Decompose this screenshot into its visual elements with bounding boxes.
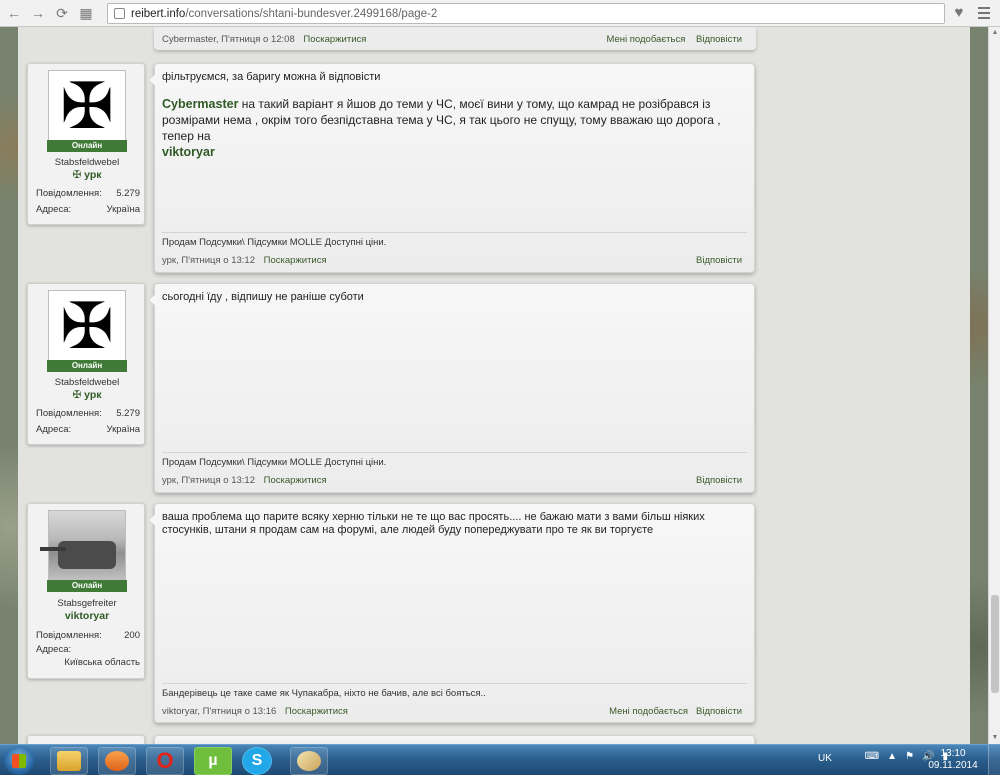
reply-link[interactable]: Відповісти [696,706,742,717]
forward-button[interactable]: → [28,3,48,23]
media-player-taskbar-icon[interactable] [98,747,136,775]
previous-message-footer: Cybermaster, П'ятниця о 12:08 Поскаржити… [154,27,756,50]
signature: Бандерівець це таке саме як Чупакабра, н… [162,683,747,699]
message-meta: урк, П'ятниця о 13:12 [162,475,255,486]
stat-posts: Повідомлення: 5.279 [36,408,140,419]
reply-link[interactable]: Відповісти [696,475,742,486]
stat-location: Адреса: [36,644,72,655]
signature: Продам Подсумки\ Підсумки MOLLE Доступні… [162,452,747,468]
message-meta: viktoryar, П'ятниця о 13:16 [162,706,277,717]
forum-content: Cybermaster, П'ятниця о 12:08 Поскаржити… [18,27,970,744]
tank-icon [40,541,116,569]
browser-menu-icon[interactable] [975,4,993,22]
like-link[interactable]: Мені подобається [609,706,688,717]
scroll-up-arrow-icon[interactable]: ▲ [991,29,999,37]
username-link[interactable]: ✠ урк [28,169,146,181]
message-1: ✠ Онлайн Stabsfeldwebel ✠ урк Повідомлен… [27,63,755,275]
online-badge: Онлайн [47,360,127,372]
user-info-box: ✠ Онлайн Stabsfeldwebel ✠ урк Повідомлен… [27,63,145,225]
apps-icon[interactable]: ▦ [76,3,96,23]
cross-icon: ✠ [72,169,82,181]
message-body: сьогодні їду , відпишу не раніше суботи … [148,283,755,493]
user-info-box: ✠ Онлайн Stabsfeldwebel ✠ урк Повідомлен… [27,283,145,445]
opera-taskbar-icon[interactable]: O [146,747,184,775]
message-2: ✠ Онлайн Stabsfeldwebel ✠ урк Повідомлен… [27,283,755,495]
keyboard-icon[interactable]: ⌨ [865,751,879,762]
message-3: Онлайн Stabsgefreiter viktoryar Повідомл… [27,503,755,723]
online-badge: Онлайн [47,580,127,592]
paint-taskbar-icon[interactable] [290,747,328,775]
previous-message-meta: Cybermaster, П'ятниця о 12:08 [162,34,295,45]
url-text: reibert.info/conversations/shtani-bundes… [131,7,438,20]
skype-taskbar-icon[interactable]: S [242,747,272,775]
message-footer: viktoryar, П'ятниця о 13:16 Поскаржитися… [162,706,742,717]
message-text: фільтруємся, за баригу можна й відповіст… [162,71,381,83]
stat-posts: Повідомлення: 5.279 [36,188,140,199]
stat-location: Адреса: Україна [36,204,140,215]
signature: Продам Подсумки\ Підсумки MOLLE Доступні… [162,232,747,248]
iron-cross-icon: ✠ [60,290,114,362]
flag-icon[interactable]: ⚑ [905,751,914,762]
message-body [154,735,755,744]
reply-link[interactable]: Відповісти [696,34,742,45]
stat-posts: Повідомлення: 200 [36,630,140,641]
tray-expand-icon[interactable]: ▲ [887,751,897,762]
user-info-box [27,735,145,744]
iron-cross-icon: ✠ [60,70,114,142]
language-indicator[interactable]: UK [818,753,832,764]
back-button[interactable]: ← [4,3,24,23]
explorer-taskbar-icon[interactable] [50,747,88,775]
message-footer: урк, П'ятниця о 13:12 Поскаржитися Відпо… [162,475,742,486]
message-meta: урк, П'ятниця о 13:12 [162,255,255,266]
start-button[interactable] [4,746,34,775]
cross-icon: ✠ [72,389,82,401]
windows-taskbar: O µ S UK ⌨ ▲ ⚑ 🔊 ▮ 13:10 09.11.2014 [0,744,1000,775]
report-link[interactable]: Поскаржитися [285,706,348,717]
mention-link[interactable]: viktoryar [162,144,747,160]
utorrent-taskbar-icon[interactable]: µ [194,747,232,775]
username-link[interactable]: viktoryar [28,610,146,622]
reload-button[interactable]: ⟳ [52,3,72,23]
clock-date: 09.11.2014 [928,760,978,771]
show-desktop-button[interactable] [988,745,1000,775]
avatar[interactable]: ✠ [48,70,126,142]
user-rank: Stabsgefreiter [57,598,117,609]
report-link[interactable]: Поскаржитися [264,255,327,266]
report-link[interactable]: Поскаржитися [264,475,327,486]
reply-link[interactable]: Відповісти [696,255,742,266]
message-text: ваша проблема що парите всяку херню тіль… [162,511,705,536]
report-link[interactable]: Поскаржитися [303,34,366,45]
message-4-partial [27,735,755,744]
bookmark-star-icon[interactable]: ♥ [950,4,968,22]
message-quote: Cybermaster на такий варіант я йшов до т… [162,96,747,160]
message-footer: урк, П'ятниця о 13:12 Поскаржитися Відпо… [162,255,742,266]
username-link[interactable]: ✠ урк [28,389,146,401]
online-badge: Онлайн [47,140,127,152]
page-icon [114,8,125,19]
avatar[interactable]: ✠ [48,290,126,362]
mention-link[interactable]: Cybermaster [162,97,238,111]
message-text: сьогодні їду , відпишу не раніше суботи [162,291,364,303]
stat-location: Адреса: Україна [36,424,140,435]
scroll-thumb[interactable] [991,595,999,693]
avatar[interactable] [40,510,126,582]
browser-toolbar: ← → ⟳ ▦ reibert.info/conversations/shtan… [0,0,1000,27]
message-body: ваша проблема що парите всяку херню тіль… [148,503,755,723]
address-bar[interactable]: reibert.info/conversations/shtani-bundes… [107,3,945,24]
user-rank: Stabsfeldwebel [54,377,120,388]
page-viewport: Cybermaster, П'ятниця о 12:08 Поскаржити… [0,27,988,744]
message-body: фільтруємся, за баригу можна й відповіст… [148,63,755,273]
user-rank: Stabsfeldwebel [54,157,120,168]
clock-time: 13:10 [940,748,966,759]
scroll-down-arrow-icon[interactable]: ▼ [991,734,999,742]
vertical-scrollbar[interactable]: ▲ ▼ [988,27,1000,744]
user-info-box: Онлайн Stabsgefreiter viktoryar Повідомл… [27,503,145,679]
like-link[interactable]: Мені подобається [606,34,685,45]
windows-logo-icon [12,754,26,768]
taskbar-clock[interactable]: 13:10 09.11.2014 [928,748,978,772]
